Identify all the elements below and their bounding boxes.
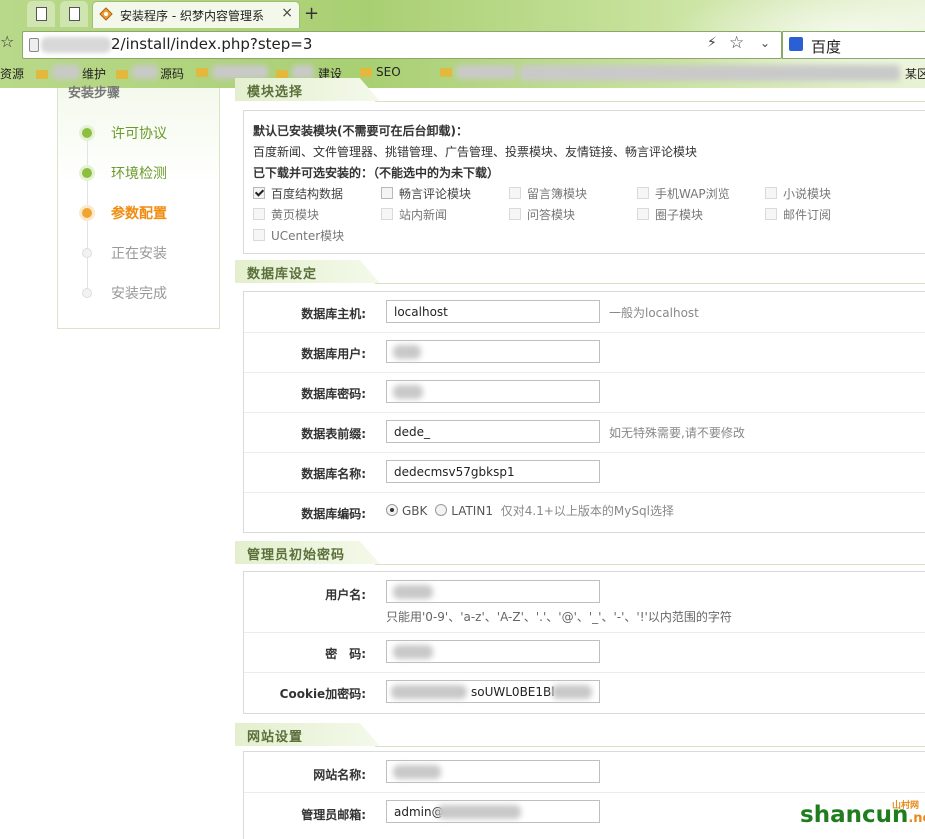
- admin-password-input[interactable]: [386, 640, 600, 663]
- db-prefix-input[interactable]: dede_: [386, 420, 600, 443]
- page-icon: [69, 7, 80, 21]
- folder-icon: [440, 68, 452, 77]
- redacted-host: [41, 37, 111, 53]
- step-current-dot: [82, 208, 92, 218]
- db-user-input[interactable]: [386, 340, 600, 363]
- bookmark-item[interactable]: 资源: [0, 65, 24, 82]
- baidu-paw-icon: [789, 37, 803, 51]
- form-row-db-password: 数据库密码:: [244, 372, 925, 413]
- section-modules-header: 模块选择: [235, 78, 925, 102]
- bookmark-item[interactable]: 源码: [116, 65, 184, 82]
- charset-gbk-radio[interactable]: [386, 504, 398, 516]
- bookmark-item[interactable]: SEO: [360, 65, 401, 79]
- page-info-icon[interactable]: [29, 38, 39, 52]
- form-row-db-prefix: 数据表前缀: dede_ 如无特殊需要,请不要修改: [244, 412, 925, 453]
- new-tab-button[interactable]: +: [304, 3, 319, 24]
- browser-chrome: 安装程序 - 织梦内容管理系 × + ☆ 2/install/index.php…: [0, 0, 925, 88]
- folder-icon: [360, 68, 372, 77]
- db-prefix-hint: 如无特殊需要,请不要修改: [609, 426, 745, 440]
- step-done-dot: [82, 168, 92, 178]
- site-watermark: shancun.net 山村网: [800, 801, 925, 828]
- module-checkbox: 圈子模块: [637, 206, 703, 223]
- charset-hint: 仅对4.1+以上版本的MySql选择: [500, 504, 674, 518]
- search-box[interactable]: 百度: [782, 31, 925, 59]
- module-checkbox[interactable]: 畅言评论模块: [381, 185, 471, 202]
- url-text[interactable]: 2/install/index.php?step=3: [111, 35, 312, 53]
- tab-install[interactable]: 安装程序 - 织梦内容管理系 ×: [92, 1, 300, 28]
- install-steps-panel: 安装步骤 许可协议 环境检测 参数配置 正在安装 安装完成: [57, 86, 220, 329]
- steps-title: 安装步骤: [68, 86, 121, 101]
- section-title: 数据库设定: [247, 267, 318, 282]
- form-row-cookie-key: Cookie加密码: soUWL0BE1Bl: [244, 672, 925, 712]
- dedecms-logo-icon: [99, 7, 113, 21]
- folder-icon: [116, 70, 128, 79]
- section-admin-header: 管理员初始密码: [235, 541, 925, 565]
- form-row-site-name: 网站名称:: [244, 752, 925, 793]
- section-site-header: 网站设置: [235, 723, 925, 747]
- address-bar[interactable]: 2/install/index.php?step=3 ⚡ ☆ ⌄: [22, 31, 782, 59]
- installed-list: 百度新闻、文件管理器、挑错管理、广告管理、投票模块、友情链接、畅言评论模块: [253, 145, 698, 159]
- search-engine-label: 百度: [811, 38, 842, 56]
- module-checkbox: 问答模块: [509, 206, 575, 223]
- close-tab-icon[interactable]: ×: [281, 5, 293, 21]
- tab-blank-2[interactable]: [60, 1, 88, 27]
- module-checkbox: 留言簿模块: [509, 185, 587, 202]
- charset-latin1-radio[interactable]: [435, 504, 448, 516]
- lightning-icon[interactable]: ⚡: [707, 35, 717, 51]
- bookmark-star-icon[interactable]: ☆: [729, 33, 744, 53]
- star-icon[interactable]: ☆: [0, 32, 14, 51]
- db-host-input[interactable]: localhost: [386, 300, 600, 323]
- bookmark-item[interactable]: 维护: [36, 65, 106, 82]
- section-title: 网站设置: [247, 730, 304, 745]
- form-row-admin-username: 用户名: 只能用'0-9'、'a-z'、'A-Z'、'.'、'@'、'_'、'-…: [244, 572, 925, 633]
- optional-title: 已下载并可选安装的：（不能选中的为未下载）: [253, 166, 500, 180]
- tab-blank-1[interactable]: [27, 1, 55, 27]
- module-checkbox: 站内新闻: [381, 206, 447, 223]
- module-checkbox: 小说模块: [765, 185, 831, 202]
- db-host-hint: 一般为localhost: [609, 306, 699, 320]
- modules-panel: 默认已安装模块(不需要可在后台卸载)： 百度新闻、文件管理器、挑错管理、广告管理…: [243, 110, 925, 254]
- form-row-admin-password: 密 码:: [244, 632, 925, 673]
- charset-gbk-label: GBK: [402, 504, 428, 518]
- admin-panel: 用户名: 只能用'0-9'、'a-z'、'A-Z'、'.'、'@'、'_'、'-…: [243, 571, 925, 714]
- form-row-db-user: 数据库用户:: [244, 332, 925, 373]
- step-pending-dot: [82, 288, 92, 298]
- module-checkbox: UCenter模块: [253, 227, 344, 244]
- step-done-dot: [82, 128, 92, 138]
- module-checkbox: 邮件订阅: [765, 206, 831, 223]
- module-checkbox: 手机WAP浏览: [637, 185, 730, 202]
- section-title: 管理员初始密码: [247, 548, 346, 563]
- site-name-input[interactable]: [386, 760, 600, 783]
- form-row-db-charset: 数据库编码: GBK LATIN1 仅对4.1+以上版本的MySql选择: [301, 504, 674, 521]
- page-icon: [36, 7, 47, 21]
- chevron-down-icon[interactable]: ⌄: [760, 36, 770, 50]
- admin-username-input[interactable]: [386, 580, 600, 603]
- form-row-db-host: 数据库主机: localhost 一般为localhost: [244, 292, 925, 333]
- database-panel: 数据库主机: localhost 一般为localhost 数据库用户: 数据库…: [243, 291, 925, 533]
- main-content: 模块选择 默认已安装模块(不需要可在后台卸载)： 百度新闻、文件管理器、挑错管理…: [235, 78, 925, 839]
- db-name-input[interactable]: dedecmsv57gbksp1: [386, 460, 600, 483]
- username-hint: 只能用'0-9'、'a-z'、'A-Z'、'.'、'@'、'_'、'-'、'!'…: [386, 610, 732, 624]
- folder-icon: [196, 68, 208, 77]
- tab-title: 安装程序 - 织梦内容管理系: [120, 9, 264, 23]
- module-checkbox: 黄页模块: [253, 206, 319, 223]
- installed-title: 默认已安装模块(不需要可在后台卸载)：: [253, 124, 468, 138]
- db-password-input[interactable]: [386, 380, 600, 403]
- folder-icon: [36, 70, 48, 79]
- cookie-key-input[interactable]: soUWL0BE1Bl: [386, 680, 600, 703]
- charset-latin1-label: LATIN1: [451, 504, 493, 518]
- form-row-db-name: 数据库名称: dedecmsv57gbksp1: [244, 452, 925, 493]
- section-title: 模块选择: [247, 85, 304, 100]
- module-checkbox[interactable]: 百度结构数据: [253, 185, 343, 202]
- admin-email-input[interactable]: admin@: [386, 800, 600, 823]
- step-pending-dot: [82, 248, 92, 258]
- bookmark-item[interactable]: [440, 65, 516, 79]
- bookmark-item[interactable]: [196, 65, 268, 79]
- section-database-header: 数据库设定: [235, 260, 925, 284]
